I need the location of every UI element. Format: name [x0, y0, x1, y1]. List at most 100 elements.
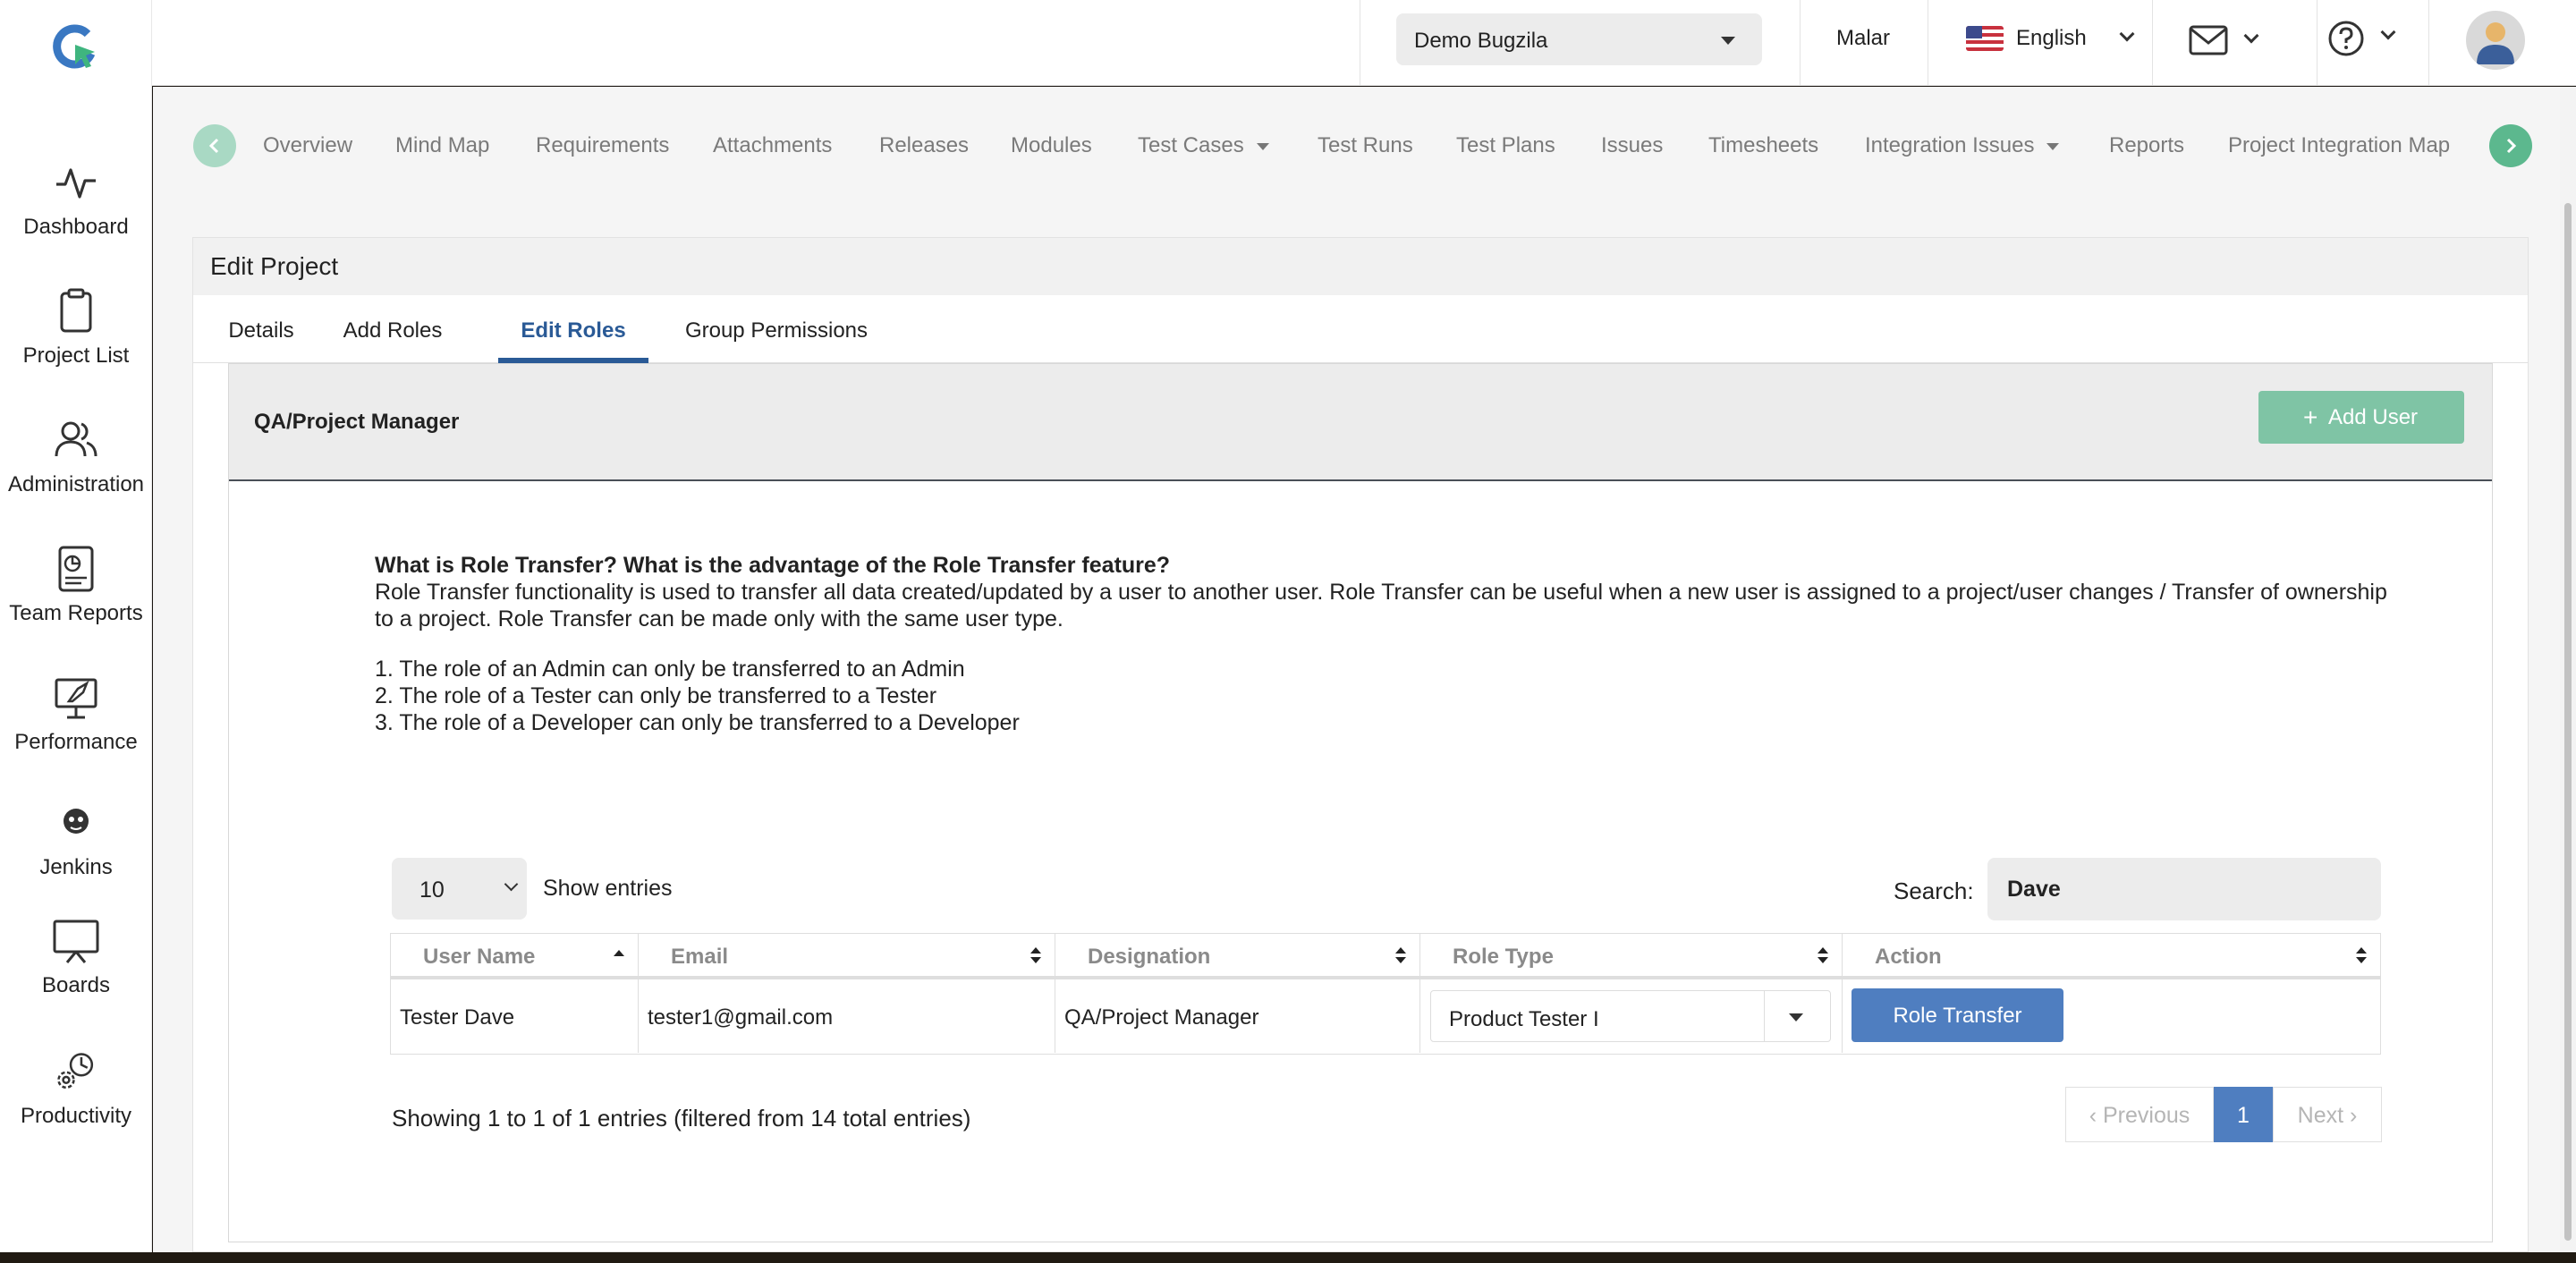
nav-item-integration-issues[interactable]: Integration Issues: [1865, 133, 2060, 158]
sidebar-item-team-reports[interactable]: Team Reports: [0, 544, 152, 626]
mail-menu[interactable]: [2189, 21, 2269, 63]
nav-item-requirements[interactable]: Requirements: [536, 133, 669, 158]
chevron-down-icon: [2119, 26, 2135, 42]
entries-length-select[interactable]: 10: [392, 858, 527, 920]
sidebar-item-project-list[interactable]: Project List: [0, 286, 152, 369]
header-divider: [2428, 0, 2429, 86]
chevron-down-icon: [504, 877, 519, 892]
nav-item-reports[interactable]: Reports: [2109, 133, 2184, 158]
nav-item-issues[interactable]: Issues: [1601, 133, 1663, 158]
nav-item-overview[interactable]: Overview: [263, 133, 352, 158]
pagination-previous[interactable]: ‹ Previous: [2065, 1087, 2214, 1142]
chevron-down-icon: [2243, 28, 2259, 44]
column-header-label: Role Type: [1453, 945, 1554, 969]
info-rule: 1. The role of an Admin can only be tran…: [375, 657, 965, 682]
caret-down-icon: [1721, 37, 1735, 45]
cell-user-name: Tester Dave: [391, 979, 639, 1053]
entries-length-value: 10: [419, 877, 445, 903]
column-header-user-name[interactable]: User Name: [391, 934, 639, 977]
cell-action: Role Transfer: [1843, 979, 2380, 1053]
nav-item-test-plans[interactable]: Test Plans: [1456, 133, 1555, 158]
tab-group-permissions[interactable]: Group Permissions: [682, 295, 871, 363]
column-header-label: Designation: [1088, 945, 1211, 969]
nav-item-test-cases[interactable]: Test Cases: [1138, 133, 1269, 158]
nav-item-releases[interactable]: Releases: [879, 133, 969, 158]
report-icon: [58, 546, 94, 592]
table-info: Showing 1 to 1 of 1 entries (filtered fr…: [392, 1105, 971, 1132]
page-scrollbar[interactable]: [2560, 87, 2576, 1252]
sidebar-item-boards[interactable]: Boards: [0, 916, 152, 998]
info-question: What is Role Transfer? What is the advan…: [375, 553, 1171, 578]
sidebar-item-label: Jenkins: [39, 855, 113, 879]
sidebar-item-label: Dashboard: [23, 215, 129, 239]
project-selector-value: Demo Bugzila: [1414, 29, 1548, 53]
role-type-value: Product Tester I: [1449, 1007, 1599, 1031]
nav-item-timesheets[interactable]: Timesheets: [1708, 133, 1818, 158]
chevron-down-icon: [2380, 24, 2396, 40]
sidebar-item-administration[interactable]: Administration: [0, 415, 152, 497]
search-label: Search:: [1894, 877, 1974, 904]
info-description: Role Transfer functionality is used to t…: [375, 580, 2387, 632]
top-header: Demo Bugzila Malar English: [152, 0, 2576, 86]
app-logo[interactable]: [52, 23, 100, 72]
info-rule: 2. The role of a Tester can only be tran…: [375, 683, 937, 708]
sort-icon: [1818, 947, 1828, 963]
users-table: User Name Email Designation Role Type Ac…: [390, 933, 2381, 1055]
column-header-designation[interactable]: Designation: [1055, 934, 1420, 977]
users-icon: [55, 421, 97, 457]
sort-icon: [2356, 947, 2367, 963]
user-avatar[interactable]: [2466, 11, 2525, 70]
search-input[interactable]: [1987, 858, 2381, 920]
caret-down-icon: [1256, 142, 1269, 150]
pagination-page-1[interactable]: 1: [2214, 1087, 2273, 1142]
tab-details[interactable]: Details: [220, 295, 302, 363]
column-header-email[interactable]: Email: [639, 934, 1055, 977]
cell-email: tester1@gmail.com: [639, 979, 1055, 1053]
chevron-left-icon: ‹: [2089, 1103, 2103, 1128]
tab-add-roles[interactable]: Add Roles: [339, 295, 446, 363]
role-header: QA/Project Manager + Add User: [229, 364, 2492, 481]
add-user-button[interactable]: + Add User: [2258, 391, 2464, 444]
scrollbar-thumb[interactable]: [2564, 203, 2572, 1241]
table-header: User Name Email Designation Role Type Ac…: [390, 933, 2381, 979]
nav-item-modules[interactable]: Modules: [1011, 133, 1092, 158]
help-menu[interactable]: [2327, 18, 2408, 63]
sidebar-item-productivity[interactable]: Productivity: [0, 1047, 152, 1129]
role-transfer-info: What is Role Transfer? What is the advan…: [375, 552, 2405, 736]
role-type-select[interactable]: Product Tester I: [1430, 990, 1831, 1042]
us-flag-icon: [1966, 26, 2004, 51]
nav-item-mind-map[interactable]: Mind Map: [395, 133, 489, 158]
column-header-action[interactable]: Action: [1843, 934, 2380, 977]
nav-item-label: Test Cases: [1138, 133, 1244, 157]
chevron-right-icon: ›: [2343, 1103, 2358, 1128]
column-header-role-type[interactable]: Role Type: [1420, 934, 1843, 977]
mail-icon: [2189, 25, 2228, 55]
sidebar-item-dashboard[interactable]: Dashboard: [0, 157, 152, 240]
desktop-background-strip: [0, 1252, 2576, 1263]
pagination-next[interactable]: Next ›: [2273, 1087, 2382, 1142]
nav-item-test-runs[interactable]: Test Runs: [1318, 133, 1413, 158]
pagination-previous-label: Previous: [2103, 1103, 2190, 1128]
chevron-right-icon: [2506, 138, 2517, 154]
tab-edit-roles[interactable]: Edit Roles: [498, 295, 648, 363]
project-selector[interactable]: Demo Bugzila: [1396, 13, 1762, 65]
plus-icon: +: [2303, 403, 2318, 431]
sort-icon: [1395, 947, 1406, 963]
nav-item-project-integration-map[interactable]: Project Integration Map: [2228, 133, 2450, 158]
nav-item-attachments[interactable]: Attachments: [713, 133, 832, 158]
avatar-icon: [2477, 22, 2514, 64]
nav-scroll-left[interactable]: [193, 124, 236, 167]
sidebar-item-jenkins[interactable]: Jenkins: [0, 798, 152, 880]
nav-scroll-right[interactable]: [2489, 124, 2532, 167]
sidebar-item-performance[interactable]: Performance: [0, 673, 152, 755]
role-box: QA/Project Manager + Add User What is Ro…: [228, 363, 2493, 1242]
info-rules: 1. The role of an Admin can only be tran…: [375, 656, 2405, 736]
caret-down-icon: [2046, 142, 2060, 150]
presentation-board-icon: [53, 920, 99, 963]
role-transfer-button[interactable]: Role Transfer: [1852, 988, 2063, 1042]
column-header-label: User Name: [423, 945, 536, 969]
caret-down-icon: [1789, 1013, 1803, 1021]
header-divider: [2152, 0, 2153, 86]
column-header-label: Action: [1875, 945, 1942, 969]
table-row: Tester Dave tester1@gmail.com QA/Project…: [390, 979, 2381, 1055]
